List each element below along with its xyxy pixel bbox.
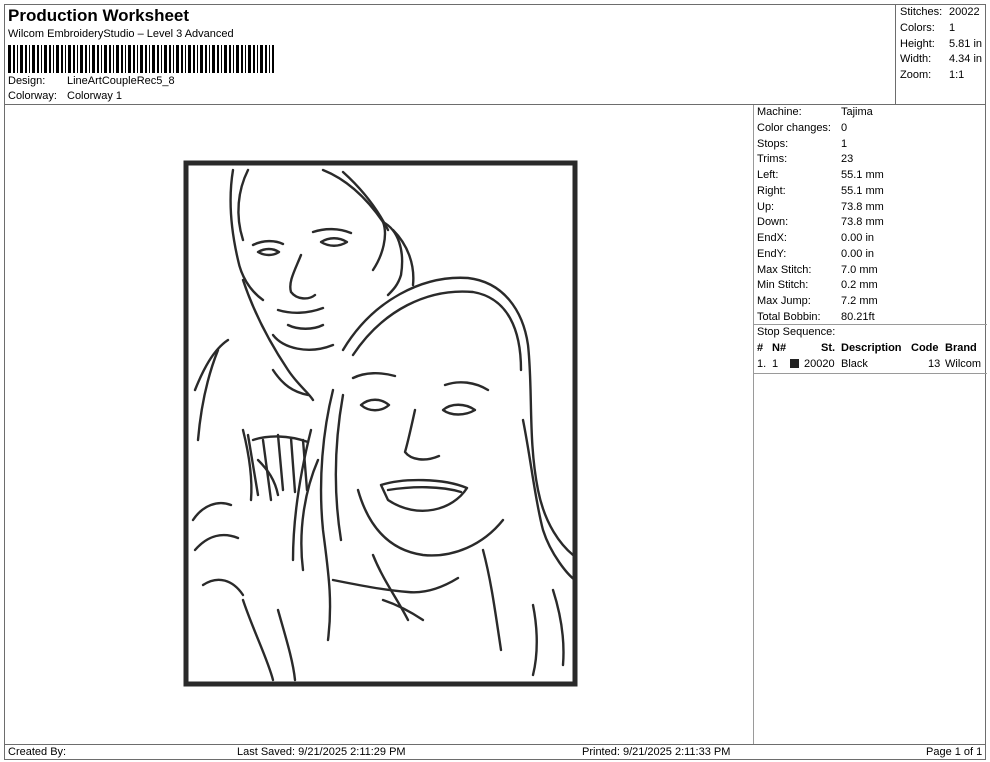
property-value: 23 [841, 153, 854, 166]
col-brand: Brand [945, 342, 977, 354]
row-code: 13 [928, 358, 941, 370]
width-label: Width: [900, 53, 932, 65]
col-needle: N# [772, 342, 787, 354]
row-description: Black [841, 358, 868, 370]
property-value: 7.0 mm [841, 263, 878, 276]
row-stitches: 20020 [804, 358, 835, 370]
property-row: EndX: 0.00 in [757, 232, 874, 244]
property-row: Max Stitch: 7.0 mm [757, 264, 878, 276]
property-value: 0.00 in [841, 232, 875, 244]
colors-value: 1 [949, 22, 956, 34]
property-row: Machine: Tajima [757, 106, 873, 118]
zoom-row: Zoom: 1:1 [900, 69, 964, 81]
property-label: Total Bobbin: [757, 310, 821, 323]
divider [754, 373, 987, 374]
property-value: 55.1 mm [841, 169, 884, 181]
last-saved: Last Saved: 9/21/2025 2:11:29 PM [237, 746, 406, 758]
zoom-label: Zoom: [900, 69, 932, 81]
property-label: Up: [757, 200, 775, 213]
property-label: EndX: [757, 232, 787, 244]
property-label: Machine: [757, 106, 802, 118]
property-label: EndY: [757, 247, 787, 260]
property-label: Color changes: [757, 121, 831, 134]
printed-date: Printed: 9/21/2025 2:11:33 PM [582, 746, 731, 758]
property-label: Trims: [757, 153, 788, 166]
property-value: Tajima [841, 106, 873, 118]
color-swatch [790, 358, 799, 370]
property-label: Min Stitch: [757, 279, 809, 292]
property-value: 0.00 in [841, 247, 875, 260]
property-row: Min Stitch: 0.2 mm [757, 279, 878, 291]
property-value: 0 [841, 121, 848, 134]
property-label: Down: [757, 216, 789, 229]
design-stats: Stitches: 20022 Colors: 1 Height: 5.81 in W… [895, 5, 987, 104]
design-row: Design: LineArtCoupleRec5_8 [8, 75, 175, 87]
property-label: Left: [757, 169, 779, 181]
header-info: Production Worksheet Wilcom EmbroiderySt… [5, 5, 895, 104]
property-row: Right: 55.1 mm [757, 185, 884, 197]
row-needle: 1 [772, 358, 779, 370]
colors-row: Colors: 1 [900, 22, 955, 34]
col-stitches: St. [821, 342, 836, 354]
property-value: 55.1 mm [841, 184, 884, 197]
property-value: 7.2 mm [841, 295, 878, 307]
col-description: Description [841, 342, 902, 354]
property-value: 1 [841, 137, 848, 150]
height-label: Height: [900, 38, 935, 50]
col-code: Code [911, 342, 939, 354]
height-value: 5.81 in [949, 38, 983, 50]
barcode [8, 45, 274, 73]
stop-sequence-header: # N# St. Description Code Brand [754, 342, 987, 358]
page-title: Production Worksheet [8, 6, 190, 25]
worksheet-footer: Created By: Last Saved: 9/21/2025 2:11:2… [4, 744, 986, 760]
property-row: Stops: 1 [757, 138, 847, 150]
property-row: EndY: 0.00 in [757, 248, 874, 260]
property-row: Color changes: 0 [757, 122, 847, 134]
property-label: Right: [757, 184, 786, 197]
stitches-row: Stitches: 20022 [900, 6, 980, 18]
row-num: 1. [757, 358, 767, 370]
colorway-name: Colorway 1 [67, 90, 123, 102]
width-row: Width: 4.34 in [900, 53, 982, 65]
col-num: # [757, 342, 764, 354]
software-name: Wilcom EmbroideryStudio – Level 3 Advanc… [8, 28, 234, 40]
width-value: 4.34 in [949, 53, 983, 65]
properties-panel: Machine: Tajima Color changes: 0 Stops: 1 Trim… [753, 105, 987, 744]
property-row: Max Jump: 7.2 mm [757, 295, 878, 307]
property-value: 0.2 mm [841, 279, 878, 292]
colorway-label: Colorway: [8, 90, 57, 102]
property-row: Down: 73.8 mm [757, 216, 884, 228]
worksheet-body: Machine: Tajima Color changes: 0 Stops: 1 Trim… [4, 104, 987, 745]
property-row: Left: 55.1 mm [757, 169, 884, 181]
design-name: LineArtCoupleRec5_8 [67, 75, 175, 87]
embroidery-design-preview [183, 160, 578, 687]
colors-label: Colors: [900, 22, 935, 34]
property-value: 80.21ft [841, 310, 875, 323]
property-row: Trims: 23 [757, 153, 853, 165]
stop-sequence-row: 1. 1 20020 Black 13 Wilcom [754, 358, 987, 374]
stitches-value: 20022 [949, 6, 980, 18]
height-row: Height: 5.81 in [900, 38, 982, 50]
colorway-row: Colorway: Colorway 1 [8, 90, 122, 102]
page-number: Page 1 of 1 [926, 746, 983, 758]
created-by: Created By: [8, 746, 67, 758]
worksheet-header: Production Worksheet Wilcom EmbroiderySt… [4, 4, 986, 105]
stop-sequence-title: Stop Sequence: [757, 326, 836, 338]
stitches-label: Stitches: [900, 6, 943, 18]
zoom-value: 1:1 [949, 69, 965, 81]
divider [754, 324, 987, 325]
property-label: Max Stitch: [757, 263, 812, 276]
property-row: Up: 73.8 mm [757, 201, 884, 213]
property-row: Total Bobbin: 80.21ft [757, 311, 875, 323]
design-label: Design: [8, 75, 46, 87]
property-label: Max Jump: [757, 295, 811, 307]
property-value: 73.8 mm [841, 216, 884, 229]
row-brand: Wilcom [945, 358, 982, 370]
property-value: 73.8 mm [841, 200, 884, 213]
property-label: Stops: [757, 137, 789, 150]
